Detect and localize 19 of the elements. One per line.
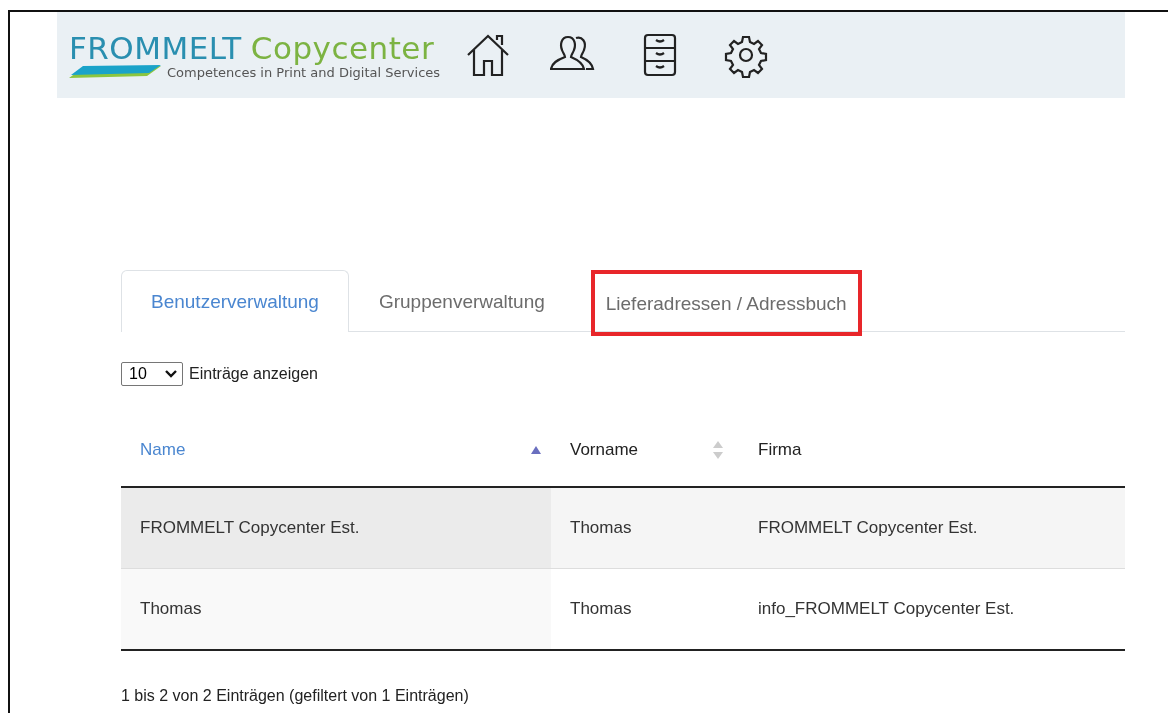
sort-icon — [713, 441, 723, 459]
tab[interactable]: Benutzerverwaltung — [121, 270, 349, 332]
paper-stack-icon — [69, 65, 161, 79]
sort-ascending-icon — [531, 446, 541, 454]
page-length-select[interactable]: 10 — [121, 362, 183, 386]
table-cell: Thomas — [551, 568, 739, 650]
table-cell: info_FROMMELT Copycenter Est. — [739, 568, 1125, 650]
logo-wordmark: FROMMELT — [69, 30, 242, 65]
table-info-text: 1 bis 2 von 2 Einträgen (gefiltert von 1 Einträgen) — [121, 687, 470, 705]
table-cell: Thomas — [551, 487, 739, 569]
table-cell: Thomas — [121, 568, 551, 650]
tab[interactable]: Lieferadressen / Adressbuch — [590, 270, 862, 336]
table-cell: FROMMELT Copycenter Est. — [739, 487, 1125, 569]
tab[interactable]: Gruppenverwaltung — [348, 270, 575, 332]
table-cell: FROMMELT Copycenter Est. — [121, 487, 551, 569]
chevron-down-icon — [165, 370, 177, 378]
logo-wordmark: Copycenter — [250, 30, 435, 65]
logo-tagline: Competences in Print and Digital Services — [167, 64, 441, 80]
page-length-label: Einträge anzeigen — [189, 365, 318, 383]
